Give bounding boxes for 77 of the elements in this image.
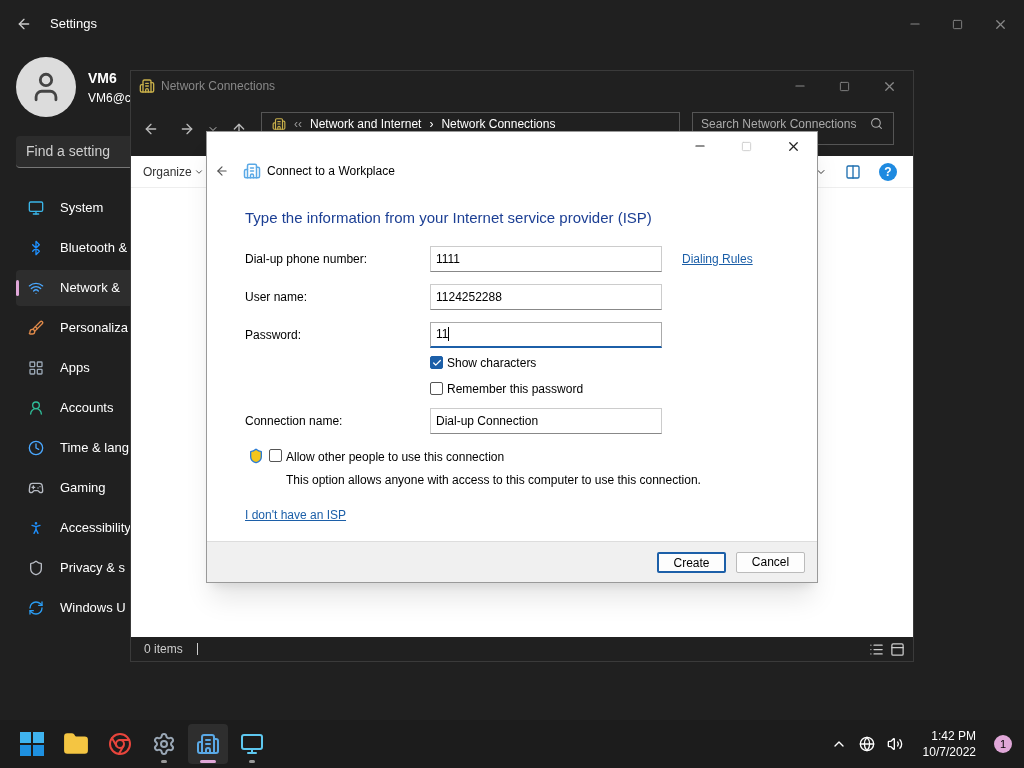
input-field[interactable]: Dial-up Connection xyxy=(430,407,662,434)
checkbox-label: Show characters xyxy=(447,354,537,372)
nav-item[interactable]: System xyxy=(16,190,130,226)
nav-item[interactable]: Privacy & s xyxy=(16,550,130,586)
taskbar-app[interactable] xyxy=(188,724,228,764)
nav-item[interactable]: Network & xyxy=(16,270,130,306)
shield-icon xyxy=(28,560,44,576)
field-label: Dial-up phone number: xyxy=(245,250,369,268)
field-label: User name: xyxy=(245,288,309,306)
maximize-icon xyxy=(741,140,752,152)
person-icon xyxy=(28,400,44,416)
breadcrumb-separator[interactable]: › xyxy=(429,117,434,131)
nav-item[interactable]: Windows U xyxy=(16,590,130,626)
user-email: VM6@c xyxy=(88,89,131,107)
nav-item[interactable]: Bluetooth & xyxy=(16,230,130,266)
nav-item[interactable]: Accessibility xyxy=(16,510,130,546)
item-count: 0 items xyxy=(144,641,183,658)
details-view-icon[interactable] xyxy=(869,641,884,657)
tiles-view-icon[interactable] xyxy=(890,641,905,657)
input-field[interactable]: 1111 xyxy=(430,245,662,272)
dialing-rules-link[interactable]: Dialing Rules xyxy=(682,249,753,268)
dialog-title: Connect to a Workplace xyxy=(267,163,395,180)
notification-count[interactable]: 1 xyxy=(994,735,1012,753)
gear-icon xyxy=(152,732,176,756)
folder-icon xyxy=(63,731,89,757)
window-title: Settings xyxy=(50,15,97,34)
help-icon[interactable]: ? xyxy=(879,162,897,181)
user-name: VM6 xyxy=(88,68,118,88)
nav-item[interactable]: Personaliza xyxy=(16,310,130,346)
monitor-icon xyxy=(240,732,264,756)
preview-pane-icon[interactable] xyxy=(845,163,861,180)
no-isp-link[interactable]: I don't have an ISP xyxy=(245,507,347,522)
maximize-icon[interactable] xyxy=(952,18,963,30)
checkbox[interactable] xyxy=(269,448,282,462)
checkbox-label: Allow other people to use this connection xyxy=(286,448,506,466)
monitor-icon xyxy=(28,200,44,216)
accessibility-icon xyxy=(28,520,44,536)
option-note: This option allows anyone with access to this computer to use this connection. xyxy=(286,471,701,489)
overflow-chevrons[interactable]: ‹‹ xyxy=(294,117,302,131)
windows-logo-icon xyxy=(20,732,44,756)
grid-icon xyxy=(28,360,44,376)
input-field[interactable]: 11 xyxy=(430,321,662,348)
breadcrumb-item[interactable]: Network Connections xyxy=(441,117,556,131)
shield-icon xyxy=(248,447,264,464)
nav-item[interactable]: Time & lang xyxy=(16,430,130,466)
nav-item[interactable]: Apps xyxy=(16,350,130,386)
network-folder-icon xyxy=(272,117,286,131)
refresh-icon xyxy=(28,600,44,616)
breadcrumb-item[interactable]: Network and Internet xyxy=(310,117,422,131)
input-field[interactable]: 1124252288 xyxy=(430,283,662,310)
checkbox[interactable] xyxy=(430,356,443,369)
back-icon[interactable] xyxy=(16,16,32,32)
field-label: Password: xyxy=(245,326,303,344)
clock-icon xyxy=(28,440,44,456)
nav-item[interactable]: Accounts xyxy=(16,390,130,426)
dialog-button[interactable]: Create xyxy=(657,551,726,573)
browser-icon xyxy=(108,732,132,756)
search-icon xyxy=(870,117,883,130)
maximize-icon[interactable] xyxy=(839,80,850,92)
dialog-button[interactable]: Cancel xyxy=(736,551,805,573)
clock-time: 1:42 PM xyxy=(931,728,976,744)
gamepad-icon xyxy=(28,480,44,496)
wifi-icon xyxy=(28,280,44,296)
checkbox[interactable] xyxy=(430,382,443,395)
checkbox-label: Remember this password xyxy=(447,380,584,398)
volume-icon[interactable] xyxy=(886,736,903,752)
building-icon xyxy=(243,162,261,180)
globe-icon[interactable] xyxy=(858,736,875,752)
network-folder-icon xyxy=(139,78,155,94)
dialog-heading: Type the information from your Internet service provider (ISP) xyxy=(245,208,653,228)
field-label: Connection name: xyxy=(245,412,344,430)
clock-date: 10/7/2022 xyxy=(922,744,976,760)
building-icon xyxy=(196,732,220,756)
nav-item[interactable]: Gaming xyxy=(16,470,130,506)
back-icon[interactable] xyxy=(215,164,229,178)
window-title: Network Connections xyxy=(161,78,276,95)
brush-icon xyxy=(28,320,44,336)
